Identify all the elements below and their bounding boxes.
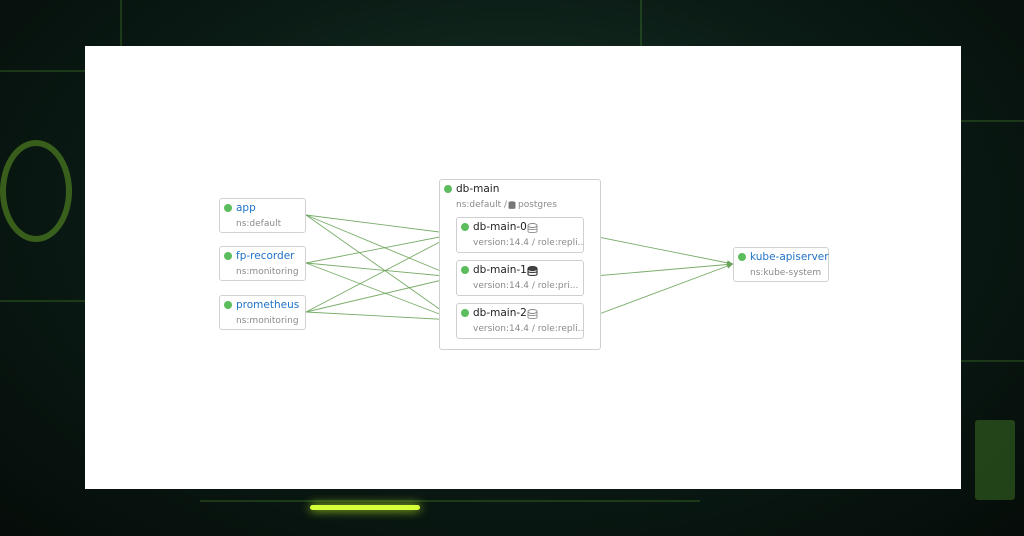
service-namespace: ns:default <box>236 219 282 229</box>
service-namespace: ns:monitoring <box>236 267 299 277</box>
service-node-kube-apiserver[interactable]: kube-apiserver ns:kube-system <box>733 247 829 282</box>
edge-source-to-pod <box>305 233 456 264</box>
edge-pod-to-apiserver <box>582 263 734 321</box>
pod-name: db-main-0 <box>473 221 527 233</box>
service-group-db-main[interactable]: db-main ns:default / postgres db-main-0 … <box>439 179 601 350</box>
database-outline-icon <box>527 223 538 233</box>
group-name: db-main <box>456 183 500 195</box>
service-name: app <box>236 202 256 214</box>
service-name: prometheus <box>236 299 300 311</box>
status-dot <box>461 309 469 317</box>
pod-node-db-main-1[interactable]: db-main-1 version:14.4 / role:pri... <box>456 260 584 296</box>
postgres-database-icon <box>508 201 516 209</box>
status-dot <box>461 266 469 274</box>
pod-detail: version:14.4 / role:repli... <box>473 238 584 248</box>
pod-node-db-main-0[interactable]: db-main-0 version:14.4 / role:repli... <box>456 217 584 253</box>
status-dot <box>224 252 232 260</box>
pod-detail: version:14.4 / role:pri... <box>473 281 579 291</box>
pod-name: db-main-2 <box>473 307 527 319</box>
service-map-panel: app ns:default fp-recorder ns:monitoring… <box>85 46 961 489</box>
pod-detail: version:14.4 / role:repli... <box>473 324 584 334</box>
pod-name: db-main-1 <box>473 264 527 276</box>
edge-pod-to-apiserver <box>582 233 734 265</box>
status-dot <box>224 301 232 309</box>
edge-source-to-pod <box>305 262 456 321</box>
service-node-app[interactable]: app ns:default <box>219 198 306 233</box>
service-name: kube-apiserver <box>750 251 829 263</box>
status-dot <box>738 253 746 261</box>
service-namespace: ns:monitoring <box>236 316 299 326</box>
edge-source-to-pod <box>305 262 456 278</box>
service-node-prometheus[interactable]: prometheus ns:monitoring <box>219 295 306 330</box>
status-dot <box>224 204 232 212</box>
database-primary-icon <box>527 266 538 277</box>
edge-source-to-pod <box>305 276 456 313</box>
service-node-fp-recorder[interactable]: fp-recorder ns:monitoring <box>219 246 306 281</box>
status-dot <box>444 185 452 193</box>
status-dot <box>461 223 469 231</box>
database-outline-icon <box>527 309 538 319</box>
group-namespace: ns:default / <box>456 200 507 210</box>
edge-pod-to-apiserver <box>582 263 734 278</box>
service-name: fp-recorder <box>236 250 295 262</box>
edge-source-to-pod <box>305 311 456 321</box>
pod-node-db-main-2[interactable]: db-main-2 version:14.4 / role:repli... <box>456 303 584 339</box>
service-namespace: ns:kube-system <box>750 268 822 278</box>
group-app-label: postgres <box>518 200 557 210</box>
